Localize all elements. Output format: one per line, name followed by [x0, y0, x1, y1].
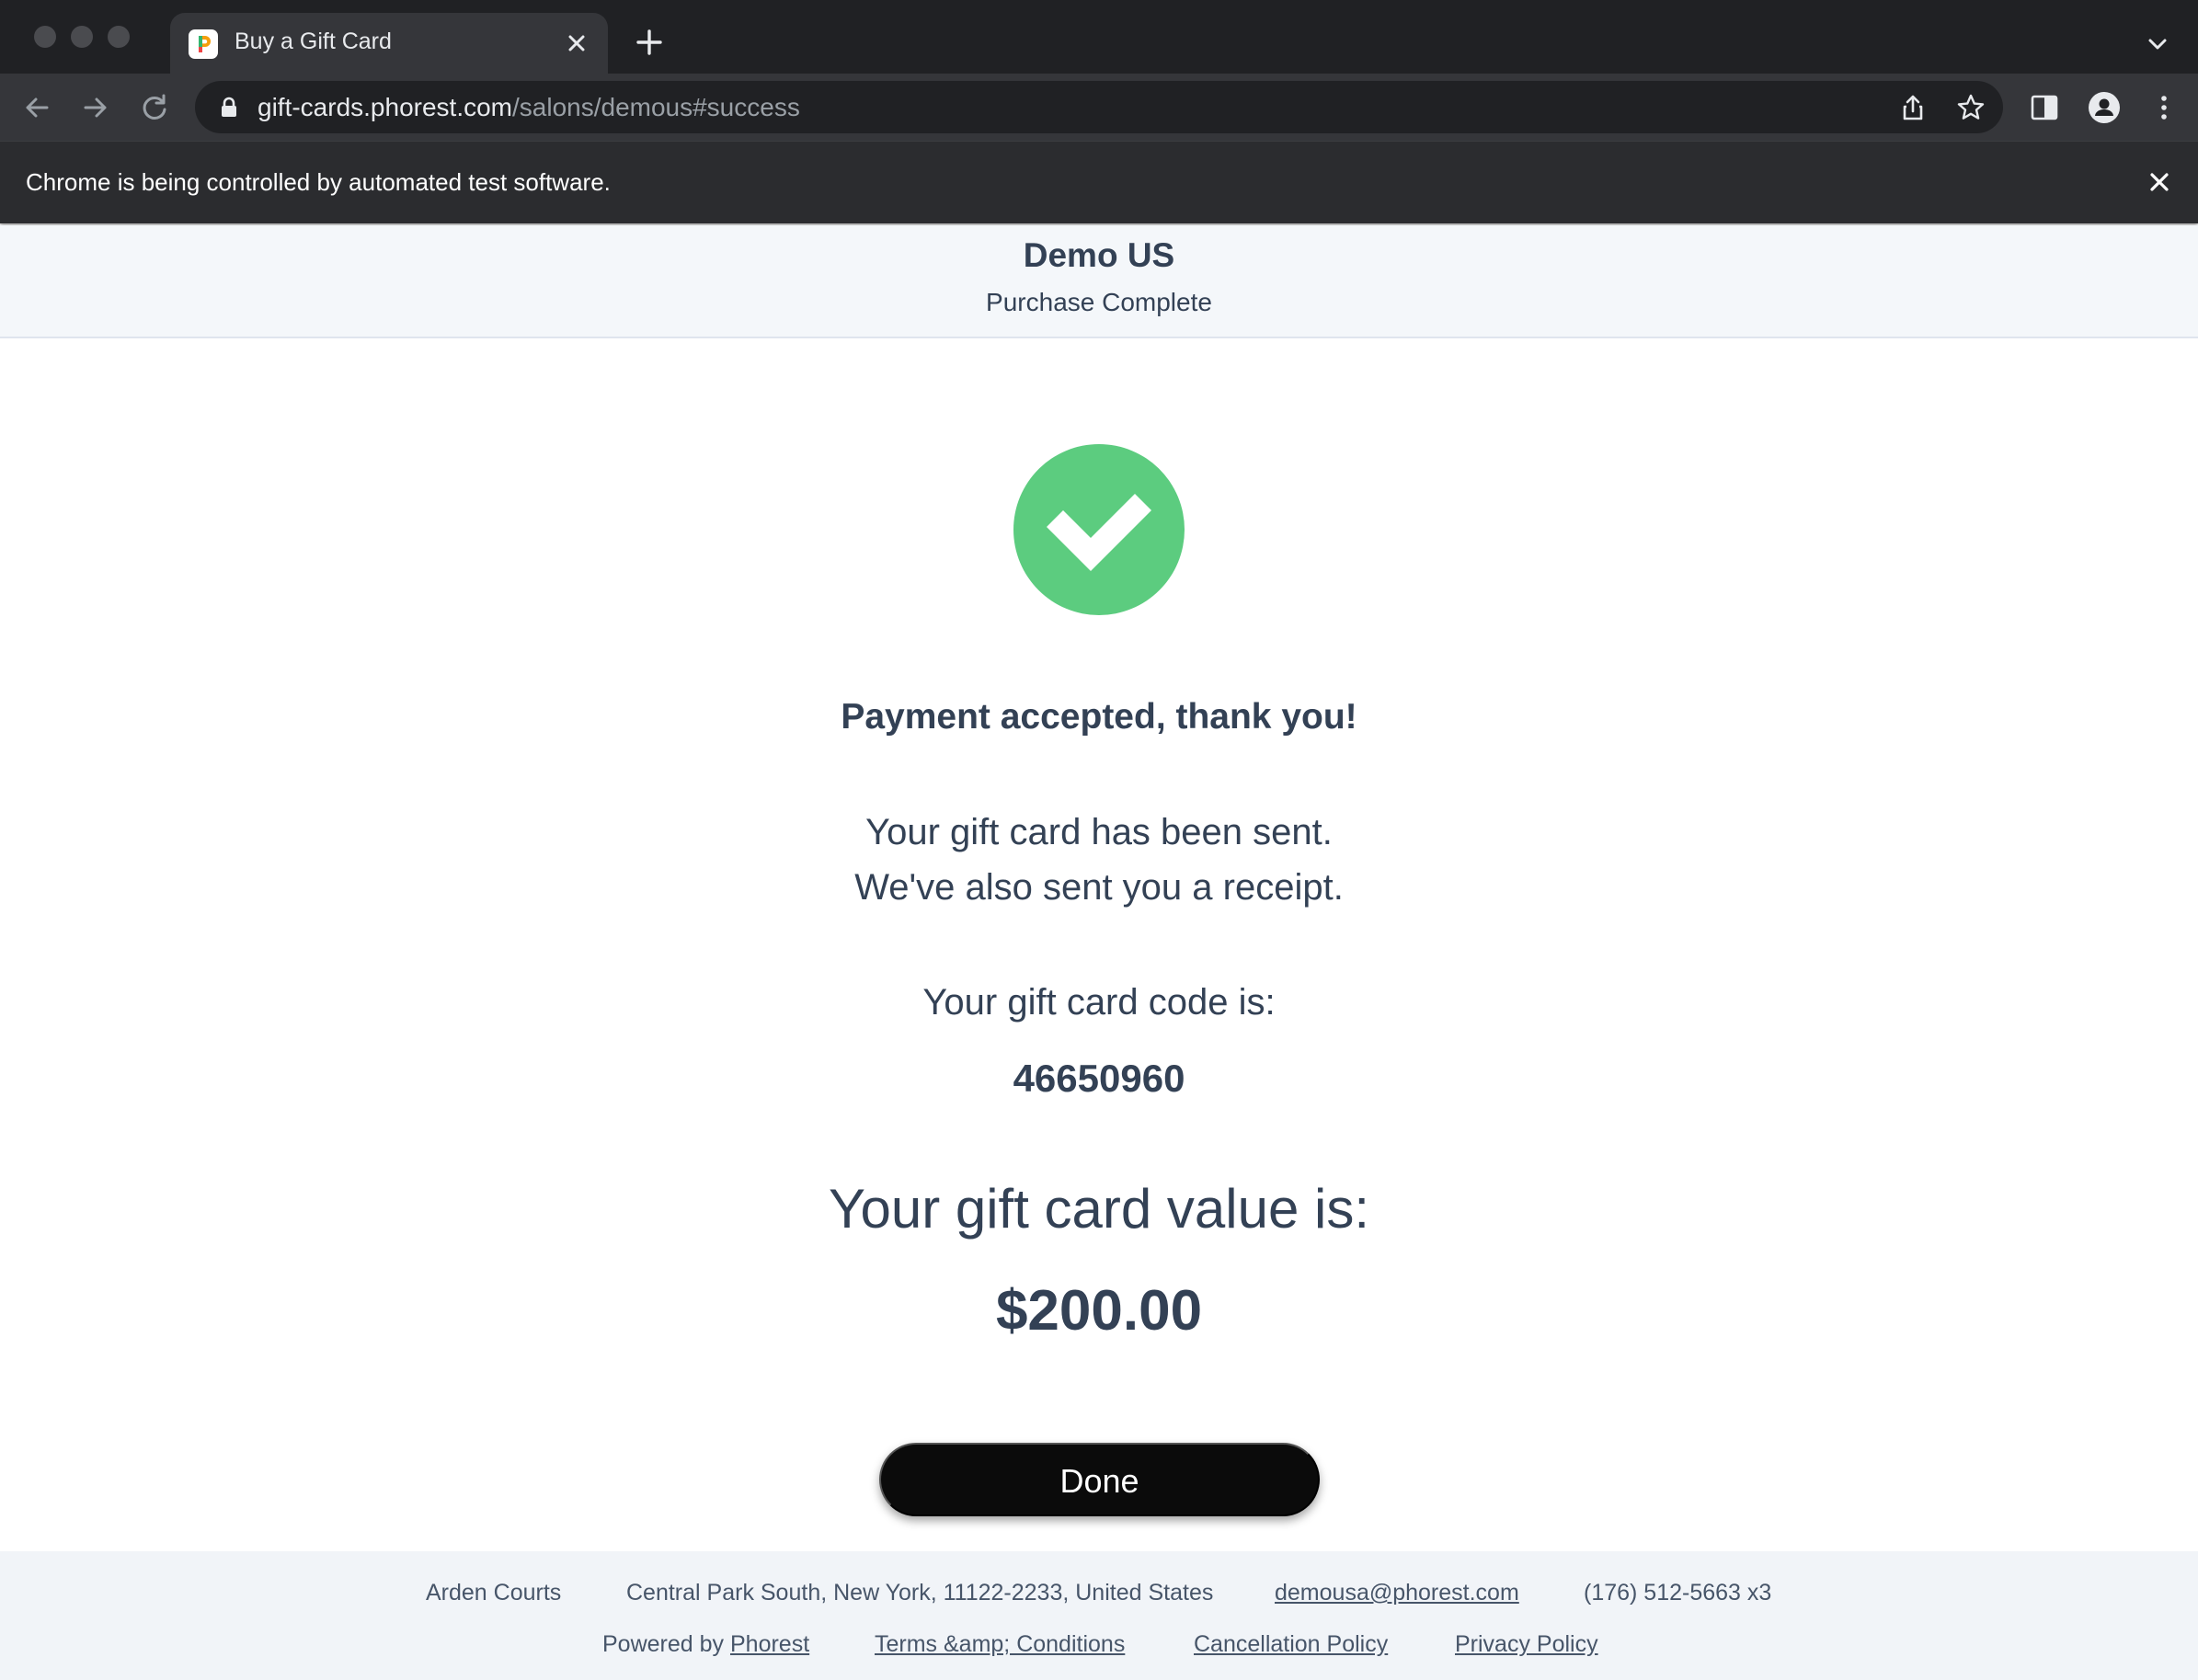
automation-infobar: Chrome is being controlled by automated … — [0, 141, 2198, 223]
gift-card-code-value: 46650960 — [1013, 1057, 1185, 1100]
terms-link[interactable]: Terms &amp; Conditions — [875, 1631, 1125, 1658]
page-footer: Arden Courts Central Park South, New Yor… — [0, 1551, 2198, 1680]
infobar-close-icon[interactable] — [2143, 166, 2176, 199]
window-close-light[interactable] — [34, 26, 56, 48]
tab-search-chevron-down-icon[interactable] — [2143, 29, 2172, 59]
new-tab-plus-icon[interactable] — [631, 24, 668, 61]
salon-name: Demo US — [1023, 236, 1175, 274]
footer-address: Central Park South, New York, 11122-2233… — [626, 1580, 1214, 1606]
payment-accepted-heading: Payment accepted, thank you! — [841, 697, 1357, 737]
footer-location: Arden Courts — [426, 1580, 562, 1606]
phorest-link[interactable]: Phorest — [730, 1631, 809, 1657]
done-button[interactable]: Done — [879, 1443, 1320, 1516]
back-arrow-icon[interactable] — [18, 89, 55, 126]
profile-avatar-icon[interactable] — [2088, 91, 2121, 124]
kebab-menu-icon[interactable] — [2147, 91, 2181, 124]
footer-powered-by: Powered by Phorest — [602, 1631, 809, 1658]
bookmark-star-icon[interactable] — [1956, 93, 1986, 122]
powered-by-prefix: Powered by — [602, 1631, 725, 1657]
footer-email-link[interactable]: demousa@phorest.com — [1275, 1580, 1519, 1606]
privacy-policy-link[interactable]: Privacy Policy — [1455, 1631, 1598, 1658]
footer-phone: (176) 512-5663 x3 — [1584, 1580, 1772, 1606]
share-icon[interactable] — [1898, 93, 1928, 122]
window-zoom-light[interactable] — [108, 26, 130, 48]
check-circle-icon — [1013, 444, 1185, 615]
gift-card-value-label: Your gift card value is: — [828, 1178, 1370, 1240]
lock-icon[interactable] — [219, 97, 239, 119]
receipt-sent-text: We've also sent you a receipt. — [854, 867, 1344, 908]
tab-close-icon[interactable] — [561, 28, 592, 59]
reload-icon[interactable] — [136, 89, 173, 126]
gift-card-code-label: Your gift card code is: — [922, 982, 1276, 1023]
page-status: Purchase Complete — [986, 288, 1212, 316]
window-minimize-light[interactable] — [71, 26, 93, 48]
cancellation-policy-link[interactable]: Cancellation Policy — [1194, 1631, 1388, 1658]
forward-arrow-icon[interactable] — [77, 89, 114, 126]
gift-card-sent-text: Your gift card has been sent. — [865, 812, 1333, 852]
page-header: Demo US Purchase Complete — [0, 225, 2198, 338]
url-path: /salons/demous#success — [512, 93, 800, 121]
infobar-message: Chrome is being controlled by automated … — [26, 168, 611, 196]
tab-title: Buy a Gift Card — [235, 29, 392, 54]
url-text[interactable]: gift-cards.phorest.com/salons/demous#suc… — [258, 93, 800, 122]
phorest-favicon-icon — [189, 29, 218, 59]
browser-tab-strip: Buy a Gift Card — [0, 0, 2198, 74]
browser-tab-active[interactable]: Buy a Gift Card — [170, 13, 608, 74]
side-panel-icon[interactable] — [2028, 91, 2061, 124]
browser-toolbar: gift-cards.phorest.com/salons/demous#suc… — [0, 74, 2198, 141]
gift-card-value-amount: $200.00 — [995, 1279, 1203, 1343]
address-bar[interactable]: gift-cards.phorest.com/salons/demous#suc… — [195, 81, 2003, 133]
url-host: gift-cards.phorest.com — [258, 93, 512, 121]
